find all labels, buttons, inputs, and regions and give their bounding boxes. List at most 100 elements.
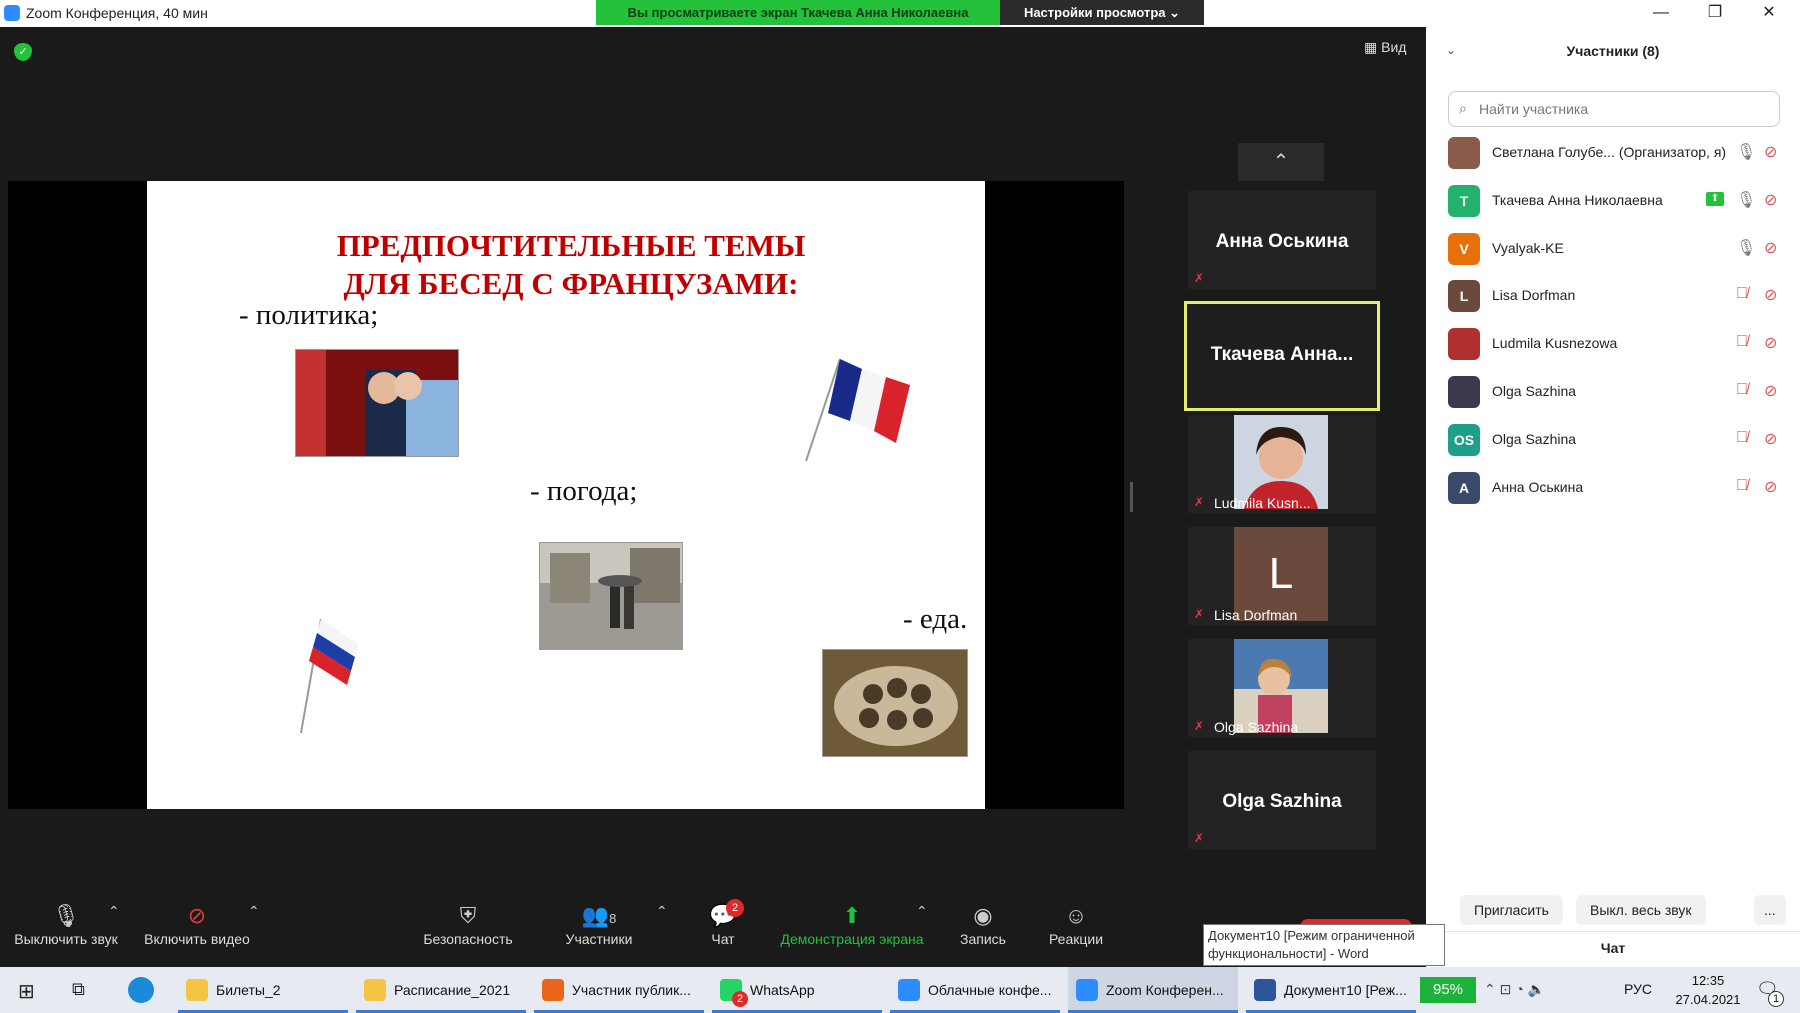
tile-name: Olga Sazhina xyxy=(1222,791,1342,812)
taskbar-tooltip: Документ10 [Режим ограниченной функциона… xyxy=(1203,924,1445,966)
muted-mic-icon: ✗ xyxy=(1194,831,1205,845)
participants-label: Участники xyxy=(565,931,633,947)
taskbar-app[interactable]: Расписание_2021 xyxy=(356,967,526,1013)
participants-count: 8 xyxy=(609,911,617,926)
video-off-icon: ⊘ xyxy=(187,903,207,928)
battery-indicator[interactable]: 95% xyxy=(1420,977,1476,1003)
window-titlebar: Zoom Конференция, 40 мин Вы просматривае… xyxy=(0,0,1800,27)
maximize-button[interactable]: ❐ xyxy=(1690,2,1740,24)
russian-flag-image xyxy=(300,618,359,734)
taskbar-app[interactable]: Билеты_2 xyxy=(178,967,348,1013)
participant-name: Lisa Dorfman xyxy=(1492,287,1576,304)
meeting-main-area: ✓ ▦ Вид ПРЕДПОЧТИТЕЛЬНЫЕ ТЕМЫ ДЛЯ БЕСЕД … xyxy=(0,27,1426,967)
thumbnails-scroll-up-button[interactable]: ⌃ xyxy=(1238,143,1324,181)
thumbnail-tile[interactable]: Анна Оськина ✗ xyxy=(1188,191,1376,289)
chat-section-title[interactable]: Чат xyxy=(1426,931,1800,956)
participant-row[interactable]: Ludmila Kusnezowa 🎙̸ ⊘ xyxy=(1426,320,1800,368)
record-label: Запись xyxy=(960,931,1006,947)
taskbar-app[interactable]: Документ10 [Реж... xyxy=(1246,967,1416,1013)
french-flag-image xyxy=(805,358,910,462)
participant-row[interactable]: L Lisa Dorfman 🎙̸ ⊘ xyxy=(1426,272,1800,320)
tray-icons[interactable]: ⌃ ⊡ ◔ 🔈 xyxy=(1484,981,1545,998)
shield-icon: ⛨ xyxy=(459,903,477,928)
microphone-icon: 🎙 xyxy=(1736,239,1757,257)
language-indicator[interactable]: РУС xyxy=(1624,981,1652,997)
record-button[interactable]: ◉ Запись xyxy=(956,901,1010,947)
thumbnail-tile-video[interactable]: ✗ Ludmila Kusn... xyxy=(1188,415,1376,513)
taskbar-app-label: WhatsApp xyxy=(750,982,815,998)
video-off-icon: ⊘ xyxy=(1764,335,1778,353)
share-label: Демонстрация экрана xyxy=(780,931,924,947)
participant-avatar xyxy=(1448,376,1480,408)
slide-title-line1: ПРЕДПОЧТИТЕЛЬНЫЕ ТЕМЫ xyxy=(336,228,806,263)
participant-avatar: Т xyxy=(1448,184,1480,217)
taskbar-app[interactable]: Zoom Конферен... xyxy=(1068,967,1238,1013)
participants-button[interactable]: 👥8 Участники xyxy=(560,901,638,947)
thumbnail-tile[interactable]: Olga Sazhina ✗ xyxy=(1188,751,1376,849)
search-icon: ⌕ xyxy=(1459,100,1467,116)
video-off-icon: ⊘ xyxy=(1764,191,1778,209)
tile-label: Olga Sazhina xyxy=(1214,719,1299,735)
security-label: Безопасность xyxy=(423,931,513,947)
participant-search-input[interactable]: ⌕ Найти участника xyxy=(1448,91,1780,127)
video-options-caret[interactable]: ⌃ xyxy=(248,903,260,920)
muted-mic-icon: ✗ xyxy=(1194,719,1205,733)
microphone-icon: 🎙 xyxy=(1736,191,1757,209)
taskbar-apps: Билеты_2 Расписание_2021 Участник публик..… xyxy=(178,967,1418,1013)
thumbnail-tile-avatar[interactable]: L ✗ Lisa Dorfman xyxy=(1188,527,1376,625)
participants-caret[interactable]: ⌃ xyxy=(656,903,668,920)
participant-row[interactable]: А Анна Оськина 🎙̸ ⊘ xyxy=(1426,464,1800,512)
taskbar-app[interactable]: Участник публик... xyxy=(534,967,704,1013)
app-icon xyxy=(542,979,564,1001)
video-off-icon: ⊘ xyxy=(1764,239,1778,257)
participants-icon: 👥8 xyxy=(581,903,617,928)
thumbnail-tile-video[interactable]: ✗ Olga Sazhina xyxy=(1188,639,1376,737)
share-screen-button[interactable]: ⬆ Демонстрация экрана xyxy=(778,901,926,947)
reactions-label: Реакции xyxy=(1048,931,1104,947)
tile-label: Ludmila Kusn... xyxy=(1214,495,1311,511)
view-layout-button[interactable]: ▦ Вид xyxy=(1364,39,1406,56)
taskbar-app[interactable]: Облачные конфе... xyxy=(890,967,1060,1013)
panel-resize-handle[interactable] xyxy=(1130,482,1133,512)
invite-button[interactable]: Пригласить xyxy=(1460,895,1563,925)
start-video-button[interactable]: ⊘ Включить видео xyxy=(142,901,252,947)
tile-name: Анна Оськина xyxy=(1215,231,1349,252)
participant-row[interactable]: Olga Sazhina 🎙̸ ⊘ xyxy=(1426,368,1800,416)
edge-browser-icon[interactable] xyxy=(128,977,154,1003)
participants-panel: ⌄ Участники (8) ⌕ Найти участника Светла… xyxy=(1426,27,1800,967)
participant-row[interactable]: V Vyalyak-KE 🎙 ⊘ xyxy=(1426,225,1800,273)
clock-date: 27.04.2021 xyxy=(1675,992,1741,1007)
share-screen-icon: ⬆ xyxy=(842,903,862,928)
taskbar-app-label: Участник публик... xyxy=(572,982,691,998)
minimize-button[interactable]: — xyxy=(1636,2,1686,24)
muted-mic-icon: 🎙̸ xyxy=(1736,428,1748,446)
encryption-shield-icon[interactable]: ✓ xyxy=(14,43,32,61)
taskbar-app[interactable]: WhatsApp 2 xyxy=(712,967,882,1013)
reactions-button[interactable]: ☺ Реакции xyxy=(1046,901,1106,947)
muted-mic-icon: 🎙̸ xyxy=(1736,476,1748,494)
participants-panel-title: Участники (8) xyxy=(1566,43,1660,59)
screen-share-banner: Вы просматриваете экран Ткачева Анна Ник… xyxy=(596,0,1000,25)
close-button[interactable]: ✕ xyxy=(1744,2,1794,24)
clock[interactable]: 12:35 27.04.2021 xyxy=(1666,971,1750,1009)
taskbar-app-label: Расписание_2021 xyxy=(394,982,511,998)
mute-all-button[interactable]: Выкл. весь звук xyxy=(1576,895,1706,925)
participant-row[interactable]: Т Ткачева Анна Николаевна ⬆ 🎙 ⊘ xyxy=(1426,177,1800,225)
audio-options-caret[interactable]: ⌃ xyxy=(108,903,120,920)
muted-mic-icon: ✗ xyxy=(1194,495,1205,509)
muted-mic-icon: ✗ xyxy=(1194,271,1205,285)
participant-row[interactable]: OS Olga Sazhina 🎙̸ ⊘ xyxy=(1426,416,1800,464)
video-off-icon: ⊘ xyxy=(1764,430,1778,448)
more-button[interactable]: ... xyxy=(1754,895,1786,925)
tile-label: Lisa Dorfman xyxy=(1214,607,1298,623)
windows-start-icon[interactable]: ⊞ xyxy=(18,979,35,1004)
share-options-caret[interactable]: ⌃ xyxy=(916,903,928,920)
thumbnail-tile-active[interactable]: Ткачева Анна... xyxy=(1184,301,1380,411)
task-view-icon[interactable]: ⧉ xyxy=(72,979,85,1000)
security-button[interactable]: ⛨ Безопасность xyxy=(420,901,516,947)
view-settings-button[interactable]: Настройки просмотра ⌄ xyxy=(1000,0,1204,25)
muted-mic-icon: ✗ xyxy=(1194,607,1205,621)
mute-button[interactable]: 🎙 Выключить звук xyxy=(12,901,120,947)
participant-row[interactable]: Светлана Голубе... (Организатор, я) 🎙 ⊘ xyxy=(1426,129,1800,177)
chat-badge: 2 xyxy=(726,899,744,917)
